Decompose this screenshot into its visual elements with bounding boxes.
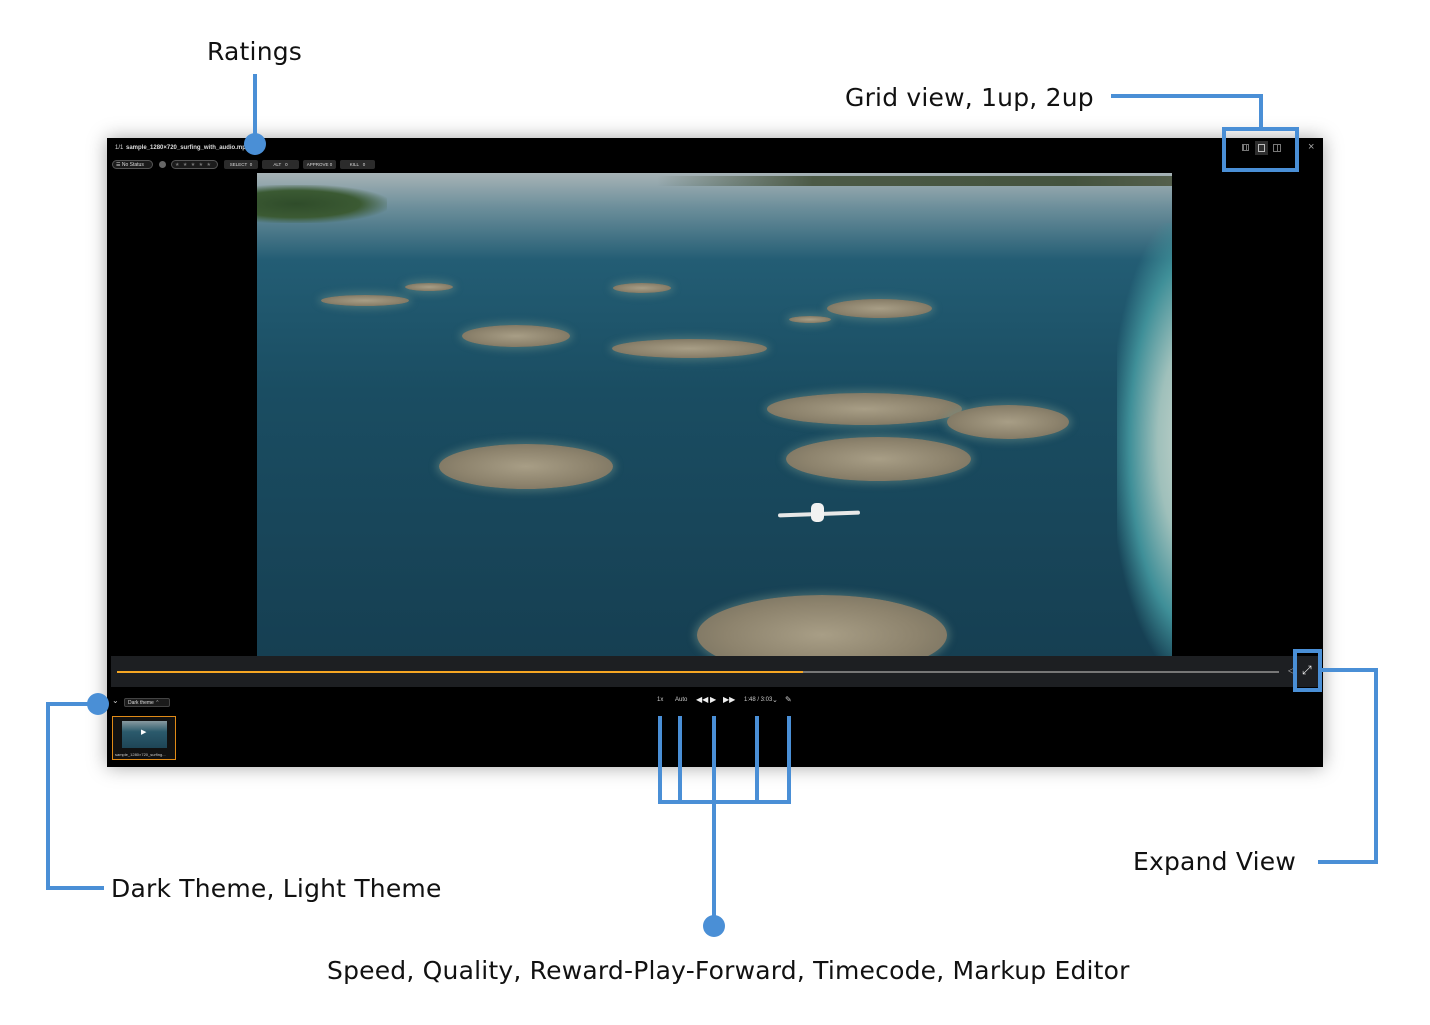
kill-button[interactable]: KILL 0 <box>340 160 375 169</box>
grid-views-connector-v <box>1259 94 1263 128</box>
kill-label: KILL <box>349 162 359 167</box>
horizon-land <box>657 176 1172 186</box>
playback-pointer-dot <box>703 915 725 937</box>
star-rating[interactable]: ★ ★ ★ ★ ★ <box>171 160 218 169</box>
ratings-pointer-dot <box>244 133 266 155</box>
clip-thumbnail[interactable]: ▶ sample_1280×720_surfing... <box>112 716 176 760</box>
media-viewer-window: 1/1 sample_1280×720_surfing_with_audio.m… <box>107 138 1323 767</box>
grid-views-callout: Grid view, 1up, 2up <box>845 83 1094 112</box>
timecode[interactable]: 1:48 / 3:03 <box>744 697 772 703</box>
island <box>439 444 613 489</box>
airplane-body-icon <box>811 503 824 522</box>
star-icons: ★ ★ ★ ★ ★ <box>175 162 212 168</box>
progress-track[interactable] <box>117 671 1279 673</box>
transport-connector <box>712 716 716 804</box>
themes-connector-top <box>46 702 98 706</box>
markup-connector <box>787 716 791 804</box>
rewind-icon[interactable]: ◀◀ <box>696 695 708 704</box>
themes-connector-v <box>46 702 50 890</box>
island <box>947 405 1069 439</box>
island <box>405 283 453 291</box>
island <box>789 316 831 323</box>
status-label: No Status <box>121 162 144 168</box>
color-label-icon[interactable] <box>159 161 166 168</box>
island <box>697 595 947 657</box>
expand-view-callout: Expand View <box>1133 847 1296 876</box>
expand-connector-v <box>1374 668 1378 864</box>
expand-view-highlight <box>1293 649 1322 692</box>
island <box>613 283 671 293</box>
close-icon[interactable]: × <box>1308 141 1314 153</box>
expand-connector-bottom <box>1318 860 1378 864</box>
playback-callout: Speed, Quality, Reward-Play-Forward, Tim… <box>327 956 1130 985</box>
progress-fill <box>117 671 803 673</box>
timecode-chevron-icon[interactable]: ⌄ <box>772 696 778 704</box>
approve-label: APPROVE <box>306 162 329 167</box>
ratings-callout: Ratings <box>207 37 303 66</box>
play-icon[interactable]: ▶ <box>710 695 716 704</box>
select-label: SELECT <box>229 162 248 167</box>
select-button[interactable]: SELECT 0 <box>224 160 258 169</box>
kill-count: 0 <box>362 162 366 167</box>
thumbnail-caption: sample_1280×720_surfing... <box>115 752 166 757</box>
island <box>786 437 971 481</box>
theme-dropdown[interactable]: Dark theme ⌃ <box>124 698 170 707</box>
island <box>767 393 962 425</box>
file-name: sample_1280×720_surfing_with_audio.mp4 <box>126 145 250 151</box>
timecode-connector <box>755 716 759 804</box>
themes-callout: Dark Theme, Light Theme <box>111 874 442 903</box>
coastline-left <box>257 185 387 223</box>
reef-right <box>1117 223 1172 657</box>
approve-button[interactable]: APPROVE 0 <box>303 160 336 169</box>
quality-connector <box>678 716 682 804</box>
expand-connector-top <box>1322 668 1378 672</box>
quality-button[interactable]: Auto <box>675 697 687 703</box>
status-dropdown[interactable]: ☰ No Status <box>112 160 153 169</box>
markup-editor-icon[interactable]: ✎ <box>785 695 792 704</box>
theme-select-label: Dark theme <box>128 700 154 706</box>
select-count: 0 <box>249 162 253 167</box>
grid-views-highlight <box>1222 127 1299 172</box>
island <box>827 299 932 318</box>
thumbnail-play-icon: ▶ <box>141 729 147 736</box>
island <box>321 295 409 306</box>
approve-count: 0 <box>329 162 333 167</box>
island <box>462 325 570 347</box>
scrub-bar[interactable]: ◁ ⤢ <box>111 656 1319 687</box>
ratings-connector <box>253 74 257 140</box>
forward-icon[interactable]: ▶▶ <box>723 695 735 704</box>
chevron-up-icon: ⌃ <box>155 700 160 706</box>
speed-connector <box>658 716 662 804</box>
alt-label: ALT <box>273 162 282 167</box>
video-frame[interactable] <box>257 173 1172 657</box>
playback-stem <box>712 800 716 922</box>
alt-button[interactable]: ALT 0 <box>262 160 299 169</box>
file-counter: 1/1 <box>115 145 124 151</box>
alt-count: 0 <box>285 162 288 167</box>
island <box>612 339 767 358</box>
themes-connector-bottom <box>46 886 104 890</box>
chevron-down-icon[interactable]: ⌄ <box>112 696 119 705</box>
speed-button[interactable]: 1x <box>657 697 663 703</box>
grid-views-connector-h <box>1111 94 1263 98</box>
playback-bracket-h <box>658 800 791 804</box>
